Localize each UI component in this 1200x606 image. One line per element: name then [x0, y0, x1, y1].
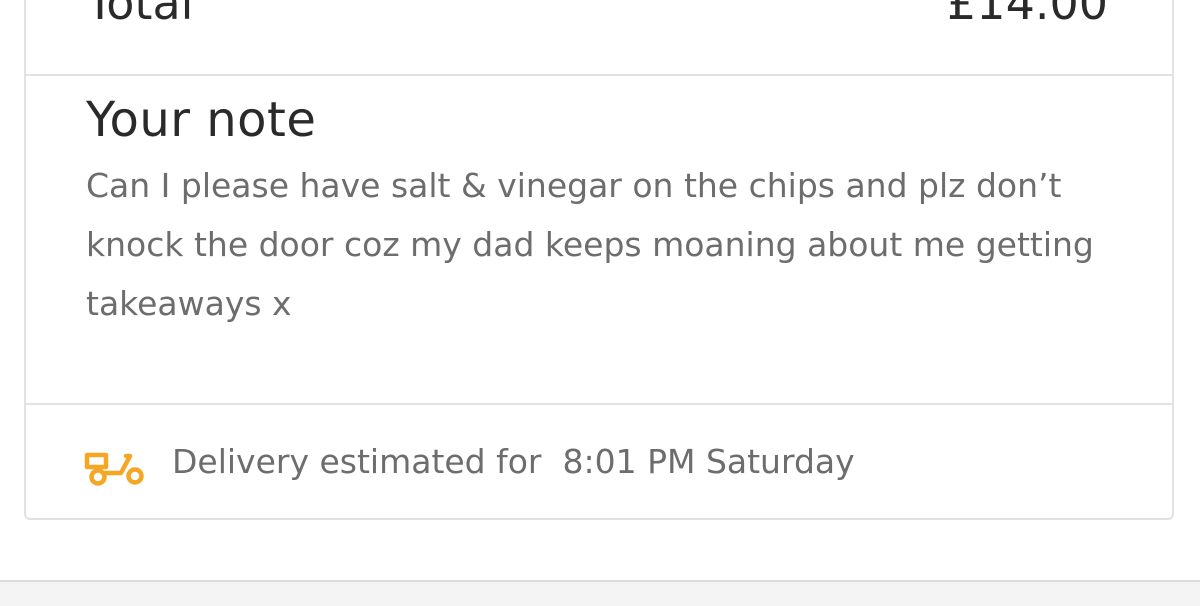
order-summary-card: Total £14.00 Your note Can I please have…	[24, 0, 1174, 520]
delivery-estimate-row: Delivery estimated for 8:01 PM Saturday	[26, 405, 1172, 520]
note-title: Your note	[86, 92, 317, 148]
delivery-estimate-text: Delivery estimated for 8:01 PM Saturday	[172, 442, 855, 481]
total-row: Total £14.00	[26, 0, 1172, 76]
delivery-label: Delivery estimated for	[172, 442, 542, 481]
scooter-icon	[84, 443, 146, 487]
note-section: Your note Can I please have salt & vineg…	[26, 76, 1172, 405]
note-text: Can I please have salt & vinegar on the …	[86, 166, 1094, 323]
bottom-bar	[0, 580, 1200, 606]
total-label: Total	[86, 0, 194, 30]
total-value: £14.00	[947, 0, 1108, 30]
delivery-time: 8:01 PM Saturday	[562, 442, 855, 481]
